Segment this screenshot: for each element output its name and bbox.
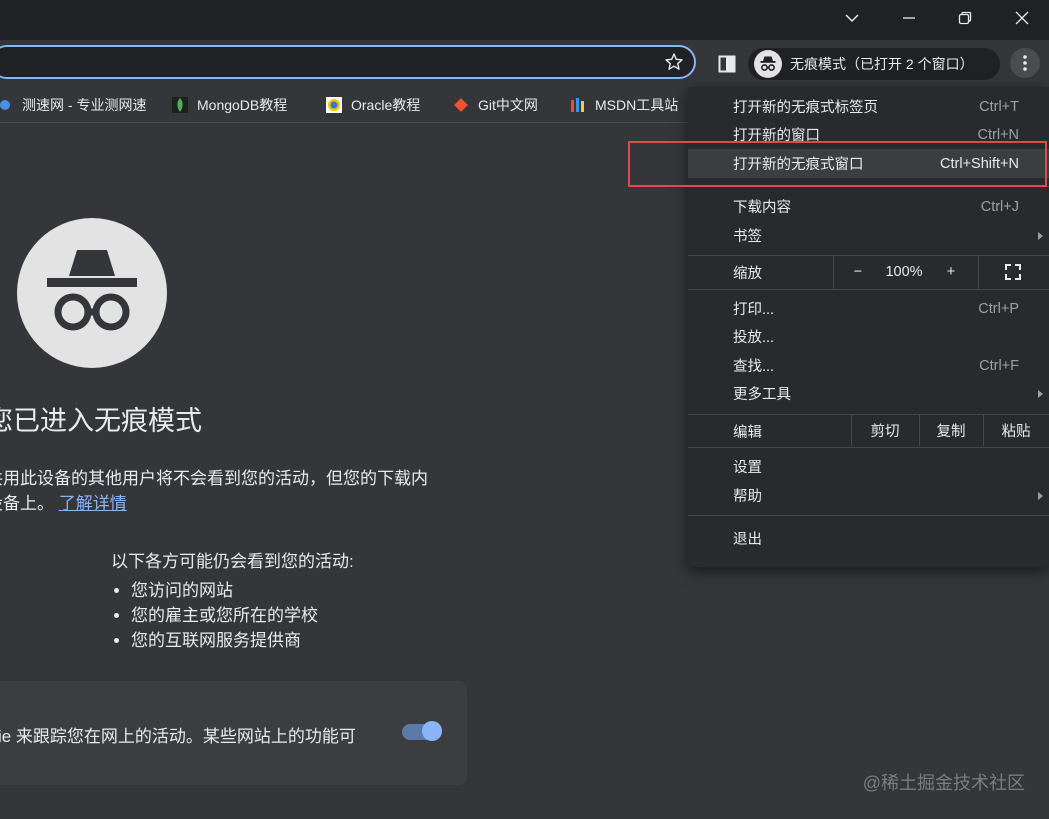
menu-item-cast[interactable]: 投放... [688, 322, 1049, 351]
bookmark-git[interactable]: Git中文网 [453, 88, 538, 122]
zoom-out-button[interactable]: − [843, 255, 873, 289]
bookmark-label: Oracle教程 [351, 97, 421, 113]
minimize-button[interactable] [882, 0, 936, 36]
incognito-icon [754, 50, 782, 78]
learn-more-link[interactable]: 了解详情 [59, 494, 127, 513]
menu-item-find[interactable]: 查找... Ctrl+F [688, 351, 1049, 380]
menu-item-label: 更多工具 [733, 387, 791, 403]
restore-button[interactable] [938, 0, 992, 36]
bookmark-oracle[interactable]: Oracle教程 [326, 88, 420, 122]
incognito-hero-icon [17, 218, 167, 368]
restore-icon [958, 11, 972, 25]
git-icon [453, 97, 469, 113]
bookmark-label: MSDN工具站 [595, 97, 679, 113]
fullscreen-icon [1005, 264, 1021, 280]
menu-item-label: 打印... [733, 302, 775, 318]
watermark: @稀土掘金技术社区 [862, 773, 1025, 793]
privacy-paragraph: 共用此设备的其他用户将不会看到您的活动，但您的下载内 设备上。 了解详情 [0, 466, 456, 516]
menu-item-label: 设置 [733, 460, 762, 476]
menu-item-new-incognito-tab[interactable]: 打开新的无痕式标签页 Ctrl+T [688, 92, 1049, 121]
menu-item-label: 查找... [733, 359, 775, 375]
menu-item-label: 书签 [733, 229, 762, 245]
menu-item-downloads[interactable]: 下载内容 Ctrl+J [688, 192, 1049, 221]
bookmark-speedtest[interactable]: 测速网 - 专业测网速 [0, 88, 146, 122]
privacy-line-1: 共用此设备的其他用户将不会看到您的活动，但您的下载内 [0, 469, 428, 488]
bookmark-label: 测速网 - 专业测网速 [22, 97, 147, 113]
notice-title: 以下各方可能仍会看到您的活动: [111, 552, 354, 571]
address-bar[interactable] [0, 45, 696, 79]
menu-item-bookmarks[interactable]: 书签 [688, 221, 1049, 250]
incognito-chip-label: 无痕模式（已打开 2 个窗口） [790, 56, 974, 72]
menu-separator [688, 289, 1049, 290]
menu-item-label: 退出 [733, 532, 762, 548]
menu-item-print[interactable]: 打印... Ctrl+P [688, 294, 1049, 323]
menu-separator [688, 447, 1049, 448]
list-item: 您访问的网站 [131, 578, 354, 603]
menu-item-shortcut: Ctrl+F [979, 357, 1019, 374]
submenu-arrow-icon [1038, 231, 1043, 240]
list-item: 您的雇主或您所在的学校 [131, 603, 354, 628]
bookmark-msdn[interactable]: MSDN工具站 [570, 88, 678, 122]
side-panel-button[interactable] [714, 52, 740, 76]
cookie-description: okie 来跟踪您在网上的活动。某些网站上的功能可 [0, 727, 356, 746]
bookmark-mongodb[interactable]: MongoDB教程 [172, 88, 287, 122]
bookmark-star-button[interactable] [664, 52, 684, 72]
submenu-arrow-icon [1038, 389, 1043, 398]
chrome-menu-button[interactable] [1010, 48, 1040, 78]
mongodb-leaf-icon [172, 97, 188, 113]
close-icon [1015, 11, 1029, 25]
copy-button[interactable]: 复制 [919, 414, 983, 446]
toggle-knob [422, 721, 442, 741]
title-bar [0, 0, 1049, 40]
menu-separator [688, 515, 1049, 516]
tab-search-button[interactable] [825, 0, 879, 36]
menu-item-label: 下载内容 [733, 200, 791, 216]
bookmark-label: Git中文网 [478, 97, 538, 113]
chevron-down-icon [845, 14, 859, 23]
zoom-in-button[interactable]: + [936, 255, 966, 289]
menu-item-settings[interactable]: 设置 [688, 452, 1049, 481]
bookmark-label: MongoDB教程 [197, 97, 288, 113]
privacy-line-2: 设备上。 [0, 494, 54, 513]
minimize-icon [903, 17, 915, 19]
oracle-icon [326, 97, 342, 113]
fullscreen-button[interactable] [998, 255, 1028, 289]
paste-button[interactable]: 粘贴 [983, 414, 1049, 446]
incognito-indicator[interactable]: 无痕模式（已打开 2 个窗口） [748, 48, 1000, 80]
close-window-button[interactable] [995, 0, 1049, 36]
menu-item-help[interactable]: 帮助 [688, 481, 1049, 510]
menu-divider [978, 255, 979, 289]
msdn-icon [570, 97, 586, 113]
more-vert-icon [1023, 55, 1027, 71]
zoom-level-value: 100% [885, 264, 923, 280]
menu-divider [833, 255, 834, 289]
highlight-annotation-box [628, 141, 1047, 187]
block-third-party-cookies-toggle[interactable] [402, 721, 442, 741]
speedtest-icon [0, 97, 13, 113]
side-panel-icon [718, 55, 736, 73]
cookie-controls-card: okie 来跟踪您在网上的活动。某些网站上的功能可 [0, 681, 467, 785]
visibility-notice: 以下各方可能仍会看到您的活动: 您访问的网站 您的雇主或您所在的学校 您的互联网… [111, 547, 354, 653]
edit-label: 编辑 [733, 424, 762, 441]
menu-item-label: 投放... [733, 330, 775, 346]
menu-item-label: 打开新的无痕式标签页 [733, 100, 878, 116]
menu-item-shortcut: Ctrl+T [979, 98, 1019, 115]
menu-item-label: 帮助 [733, 489, 762, 505]
menu-item-more-tools[interactable]: 更多工具 [688, 379, 1049, 408]
cut-button[interactable]: 剪切 [851, 414, 919, 446]
notice-list: 您访问的网站 您的雇主或您所在的学校 您的互联网服务提供商 [111, 578, 354, 653]
page-title: 您已进入无痕模式 [0, 406, 202, 436]
menu-item-shortcut: Ctrl+J [980, 198, 1019, 215]
menu-item-exit[interactable]: 退出 [688, 524, 1049, 553]
star-icon [665, 53, 683, 70]
zoom-label: 缩放 [733, 265, 762, 282]
list-item: 您的互联网服务提供商 [131, 628, 354, 653]
toolbar: 无痕模式（已打开 2 个窗口） [0, 40, 1049, 88]
menu-item-shortcut: Ctrl+P [978, 300, 1019, 317]
submenu-arrow-icon [1038, 491, 1043, 500]
